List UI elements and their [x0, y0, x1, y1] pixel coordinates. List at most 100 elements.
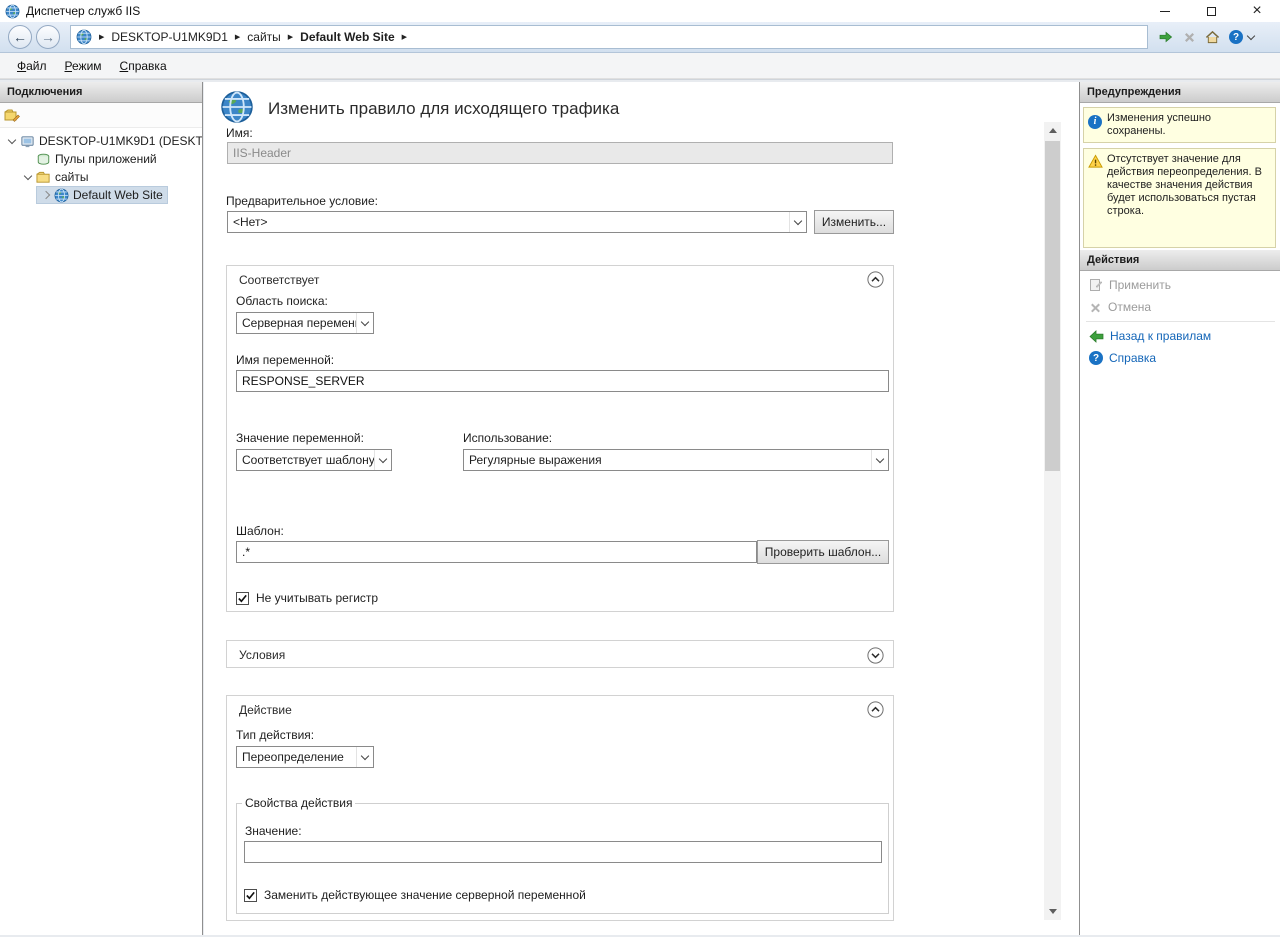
- variable-name-label: Имя переменной:: [236, 353, 334, 367]
- ignore-case-checkbox[interactable]: [236, 592, 249, 605]
- collapse-up-icon[interactable]: [867, 701, 884, 718]
- vertical-scrollbar[interactable]: [1044, 122, 1061, 920]
- back-to-rules-action[interactable]: Назад к правилам: [1080, 325, 1280, 347]
- collapsed-chevron-icon[interactable]: [38, 192, 54, 198]
- actions-header: Действия: [1080, 250, 1280, 271]
- page-globe-icon: [220, 90, 254, 124]
- scroll-up-button[interactable]: [1044, 122, 1061, 139]
- back-to-rules-label[interactable]: Назад к правилам: [1110, 329, 1211, 343]
- minimize-button[interactable]: [1142, 0, 1188, 22]
- chevron-down-icon: [789, 212, 806, 232]
- action-type-select[interactable]: Переопределение: [236, 746, 374, 768]
- conditions-section-title: Условия: [239, 648, 285, 662]
- title-bar: Диспетчер служб IIS ×: [0, 0, 1280, 22]
- scope-value: Серверная переменн: [242, 316, 356, 330]
- tree-item-label: Пулы приложений: [55, 152, 157, 166]
- precondition-select[interactable]: <Нет>: [227, 211, 807, 233]
- conditions-section: Условия: [226, 640, 894, 668]
- pattern-label: Шаблон:: [236, 524, 284, 538]
- test-pattern-button[interactable]: Проверить шаблон...: [757, 540, 889, 564]
- ignore-case-label: Не учитывать регистр: [256, 591, 378, 605]
- cancel-action: Отмена: [1080, 296, 1280, 318]
- tree-item-label: DESKTOP-U1MK9D1 (DESKTOI: [39, 134, 202, 148]
- home-icon[interactable]: [1205, 30, 1220, 44]
- precondition-label: Предварительное условие:: [226, 194, 378, 208]
- back-arrow-icon: ←: [13, 29, 27, 45]
- help-icon[interactable]: ?: [1229, 30, 1243, 44]
- tree-item-server[interactable]: DESKTOP-U1MK9D1 (DESKTOI: [0, 132, 202, 150]
- chevron-down-icon[interactable]: [1247, 31, 1255, 39]
- name-input: [227, 142, 893, 164]
- refresh-icon[interactable]: [1158, 29, 1174, 45]
- match-section-title: Соответствует: [239, 273, 319, 287]
- stop-icon: [1183, 31, 1196, 44]
- forward-button[interactable]: →: [36, 25, 60, 49]
- page-title: Изменить правило для исходящего трафика: [268, 99, 619, 119]
- replace-variable-checkbox[interactable]: [244, 889, 257, 902]
- variable-value-select[interactable]: Соответствует шаблону: [236, 449, 392, 471]
- menu-help[interactable]: Справка: [111, 55, 176, 77]
- chevron-down-icon: [356, 747, 373, 767]
- help-label[interactable]: Справка: [1109, 351, 1156, 365]
- connections-toolbar: [0, 103, 202, 128]
- action-value-input[interactable]: [244, 841, 882, 863]
- selected-tree-item[interactable]: Default Web Site: [36, 186, 168, 204]
- breadcrumb[interactable]: ▶ DESKTOP-U1MK9D1 ▶ сайты ▶ Default Web …: [70, 25, 1148, 49]
- create-connection-icon[interactable]: [4, 107, 20, 123]
- alerts-header: Предупреждения: [1080, 82, 1280, 103]
- menu-view[interactable]: Режим: [56, 55, 111, 77]
- actions-panel: Предупреждения i Изменения успешно сохра…: [1079, 82, 1280, 935]
- replace-variable-row[interactable]: Заменить действующее значение серверной …: [244, 888, 586, 902]
- scrollbar-thumb[interactable]: [1045, 141, 1060, 471]
- variable-value-label: Значение переменной:: [236, 431, 364, 445]
- scope-label: Область поиска:: [236, 294, 328, 308]
- variable-name-input[interactable]: [236, 370, 889, 392]
- apply-action: Применить: [1080, 274, 1280, 296]
- action-type-value: Переопределение: [242, 750, 356, 764]
- action-properties-group: Свойства действия Значение: Заменить дей…: [236, 796, 889, 914]
- apply-icon: [1089, 278, 1103, 292]
- breadcrumb-item-server[interactable]: DESKTOP-U1MK9D1: [111, 30, 227, 44]
- actions-separator: [1086, 321, 1275, 322]
- action-value-label: Значение:: [245, 824, 302, 838]
- globe-icon: [54, 188, 69, 203]
- chevron-right-icon: ▶: [99, 33, 104, 41]
- tree-item-app-pools[interactable]: Пулы приложений: [0, 150, 202, 168]
- minimize-icon: [1160, 11, 1170, 12]
- expand-chevron-icon[interactable]: [20, 175, 36, 179]
- scope-select[interactable]: Серверная переменн: [236, 312, 374, 334]
- menu-file[interactable]: Файл: [8, 55, 56, 77]
- rule-editor-panel: Изменить правило для исходящего трафика …: [204, 82, 1079, 935]
- variable-value-value: Соответствует шаблону: [242, 453, 374, 467]
- connections-header: Подключения: [0, 82, 202, 103]
- close-button[interactable]: ×: [1234, 0, 1280, 22]
- triangle-down-icon: [1049, 909, 1057, 914]
- tree-item-default-web-site[interactable]: Default Web Site: [0, 186, 202, 204]
- forward-arrow-icon: →: [41, 29, 55, 45]
- pattern-input[interactable]: [236, 541, 757, 563]
- scroll-down-button[interactable]: [1044, 903, 1061, 920]
- back-button[interactable]: ←: [8, 25, 32, 49]
- collapse-down-icon[interactable]: [867, 647, 884, 664]
- server-icon: [20, 134, 35, 149]
- using-select[interactable]: Регулярные выражения: [463, 449, 889, 471]
- chevron-right-icon: ▶: [235, 33, 240, 41]
- tree-item-sites[interactable]: сайты: [0, 168, 202, 186]
- ignore-case-row[interactable]: Не учитывать регистр: [236, 591, 378, 605]
- triangle-up-icon: [1049, 128, 1057, 133]
- edit-precondition-button[interactable]: Изменить...: [814, 210, 894, 234]
- tree-item-label: Default Web Site: [73, 188, 163, 202]
- warning-alert-text: Отсутствует значение для действия переоп…: [1107, 153, 1272, 243]
- collapse-up-icon[interactable]: [867, 271, 884, 288]
- warning-icon: [1088, 153, 1107, 243]
- cancel-label: Отмена: [1108, 300, 1151, 314]
- info-icon: i: [1088, 112, 1107, 138]
- action-section-title: Действие: [239, 703, 292, 717]
- help-action[interactable]: ? Справка: [1080, 347, 1280, 369]
- breadcrumb-item-default-web-site[interactable]: Default Web Site: [300, 30, 394, 44]
- breadcrumb-item-sites[interactable]: сайты: [247, 30, 281, 44]
- back-arrow-icon: [1089, 330, 1104, 343]
- expand-chevron-icon[interactable]: [4, 139, 20, 143]
- maximize-button[interactable]: [1188, 0, 1234, 22]
- help-icon: ?: [1089, 351, 1103, 365]
